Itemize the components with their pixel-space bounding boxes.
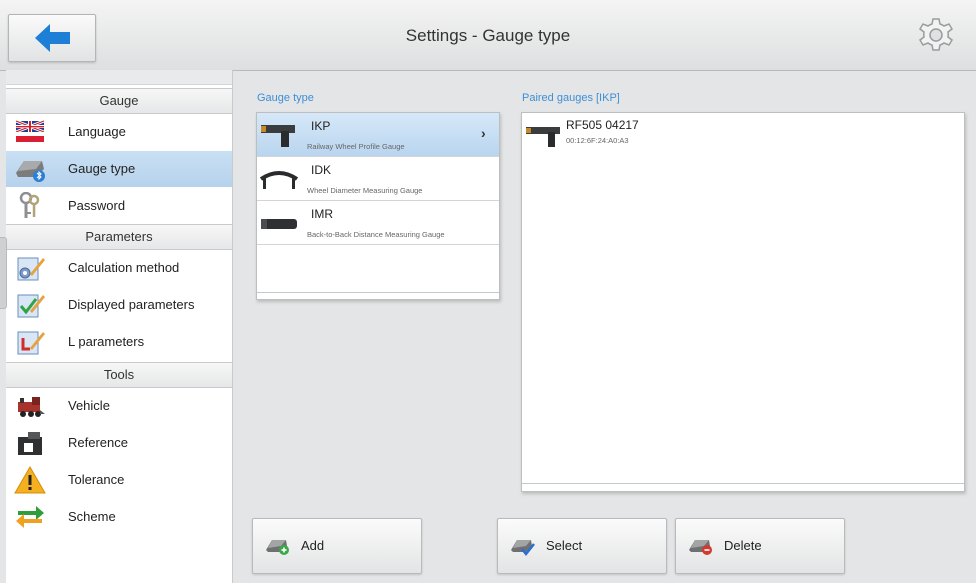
sidebar-item-reference[interactable]: Reference <box>6 425 232 461</box>
list-item-ikp[interactable]: IKP Railway Wheel Profile Gauge › <box>257 113 499 157</box>
list-footer-divider <box>522 483 964 484</box>
section-header-tools: Tools <box>6 362 232 388</box>
gauge-name: IKP <box>311 119 331 133</box>
warning-icon <box>14 466 46 494</box>
paired-gauges-label: Paired gauges [IKP] <box>522 92 620 104</box>
list-item-idk[interactable]: IDK Wheel Diameter Measuring Gauge <box>257 157 499 201</box>
calculation-method-icon <box>17 257 45 281</box>
title-bar: Settings - Gauge type <box>0 0 976 71</box>
idk-gauge-icon <box>259 171 299 189</box>
displayed-parameters-icon <box>17 294 45 318</box>
uk-flag-icon <box>15 119 45 142</box>
list-item-imr[interactable]: IMR Back-to-Back Distance Measuring Gaug… <box>257 201 499 245</box>
sidebar-item-scheme[interactable]: Scheme <box>6 499 232 535</box>
sidebar-item-label: Scheme <box>68 509 116 524</box>
sidebar-item-l-parameters[interactable]: L parameters <box>6 324 232 360</box>
select-button-label: Select <box>546 538 583 553</box>
gauge-description: Railway Wheel Profile Gauge <box>307 142 405 151</box>
gauge-name: IMR <box>311 207 333 221</box>
list-item-paired-gauge[interactable]: RF505 04217 00:12:6F:24:A0:A3 <box>522 113 964 151</box>
page-title: Settings - Gauge type <box>405 26 571 45</box>
settings-sidebar: Gauge Language Gauge type Password Param… <box>6 70 233 583</box>
sidebar-item-password[interactable]: Password <box>6 188 232 224</box>
sidebar-item-label: Gauge type <box>68 161 136 176</box>
ikp-gauge-icon <box>261 125 295 147</box>
imr-gauge-icon <box>261 219 297 229</box>
l-parameters-icon <box>17 331 45 355</box>
gauge-description: Wheel Diameter Measuring Gauge <box>307 186 423 195</box>
sidebar-item-language[interactable]: Language <box>6 114 232 150</box>
sidebar-item-vehicle[interactable]: Vehicle <box>6 388 232 424</box>
sidebar-item-label: Vehicle <box>68 398 110 413</box>
list-footer-divider <box>257 292 499 293</box>
sidebar-item-displayed-parameters[interactable]: Displayed parameters <box>6 287 232 323</box>
add-button[interactable]: Add <box>252 518 422 574</box>
keys-icon <box>19 192 40 218</box>
sidebar-item-label: Password <box>68 198 126 213</box>
gauge-bluetooth-icon <box>16 161 45 182</box>
section-header-gauge: Gauge <box>6 88 232 114</box>
sidebar-item-calculation-method[interactable]: Calculation method <box>6 250 232 286</box>
sidebar-item-label: Language <box>68 124 126 139</box>
gauge-description: Back-to-Back Distance Measuring Gauge <box>307 230 445 239</box>
sidebar-edge-handle[interactable] <box>0 237 7 309</box>
sidebar-item-label: Tolerance <box>68 472 125 487</box>
sidebar-item-label: Reference <box>68 435 128 450</box>
add-gauge-icon <box>266 540 289 555</box>
reference-icon <box>18 432 42 455</box>
gauge-type-list: IKP Railway Wheel Profile Gauge › IDK Wh… <box>256 112 500 300</box>
sidebar-top-strip <box>6 70 232 85</box>
sidebar-item-tolerance[interactable]: Tolerance <box>6 462 232 498</box>
sidebar-item-label: Calculation method <box>68 260 180 275</box>
paired-gauge-mac: 00:12:6F:24:A0:A3 <box>566 136 629 145</box>
gauge-type-label: Gauge type <box>257 92 314 104</box>
sidebar-item-label: Displayed parameters <box>68 297 195 312</box>
select-button[interactable]: Select <box>497 518 667 574</box>
chevron-right-icon: › <box>481 125 486 141</box>
sidebar-item-gauge-type[interactable]: Gauge type <box>6 151 232 187</box>
paired-gauges-list: RF505 04217 00:12:6F:24:A0:A3 <box>521 112 965 492</box>
delete-gauge-icon <box>689 540 712 555</box>
ikp-gauge-icon <box>526 127 560 147</box>
section-header-parameters: Parameters <box>6 224 232 250</box>
paired-gauge-name: RF505 04217 <box>566 118 639 132</box>
sidebar-item-label: L parameters <box>68 334 145 349</box>
gauge-name: IDK <box>311 163 332 177</box>
gear-icon[interactable] <box>916 17 956 57</box>
locomotive-icon <box>18 397 45 417</box>
delete-button-label: Delete <box>724 538 762 553</box>
add-button-label: Add <box>301 538 325 553</box>
select-gauge-icon <box>511 540 535 556</box>
delete-button[interactable]: Delete <box>675 518 845 574</box>
scheme-arrows-icon <box>16 506 44 528</box>
